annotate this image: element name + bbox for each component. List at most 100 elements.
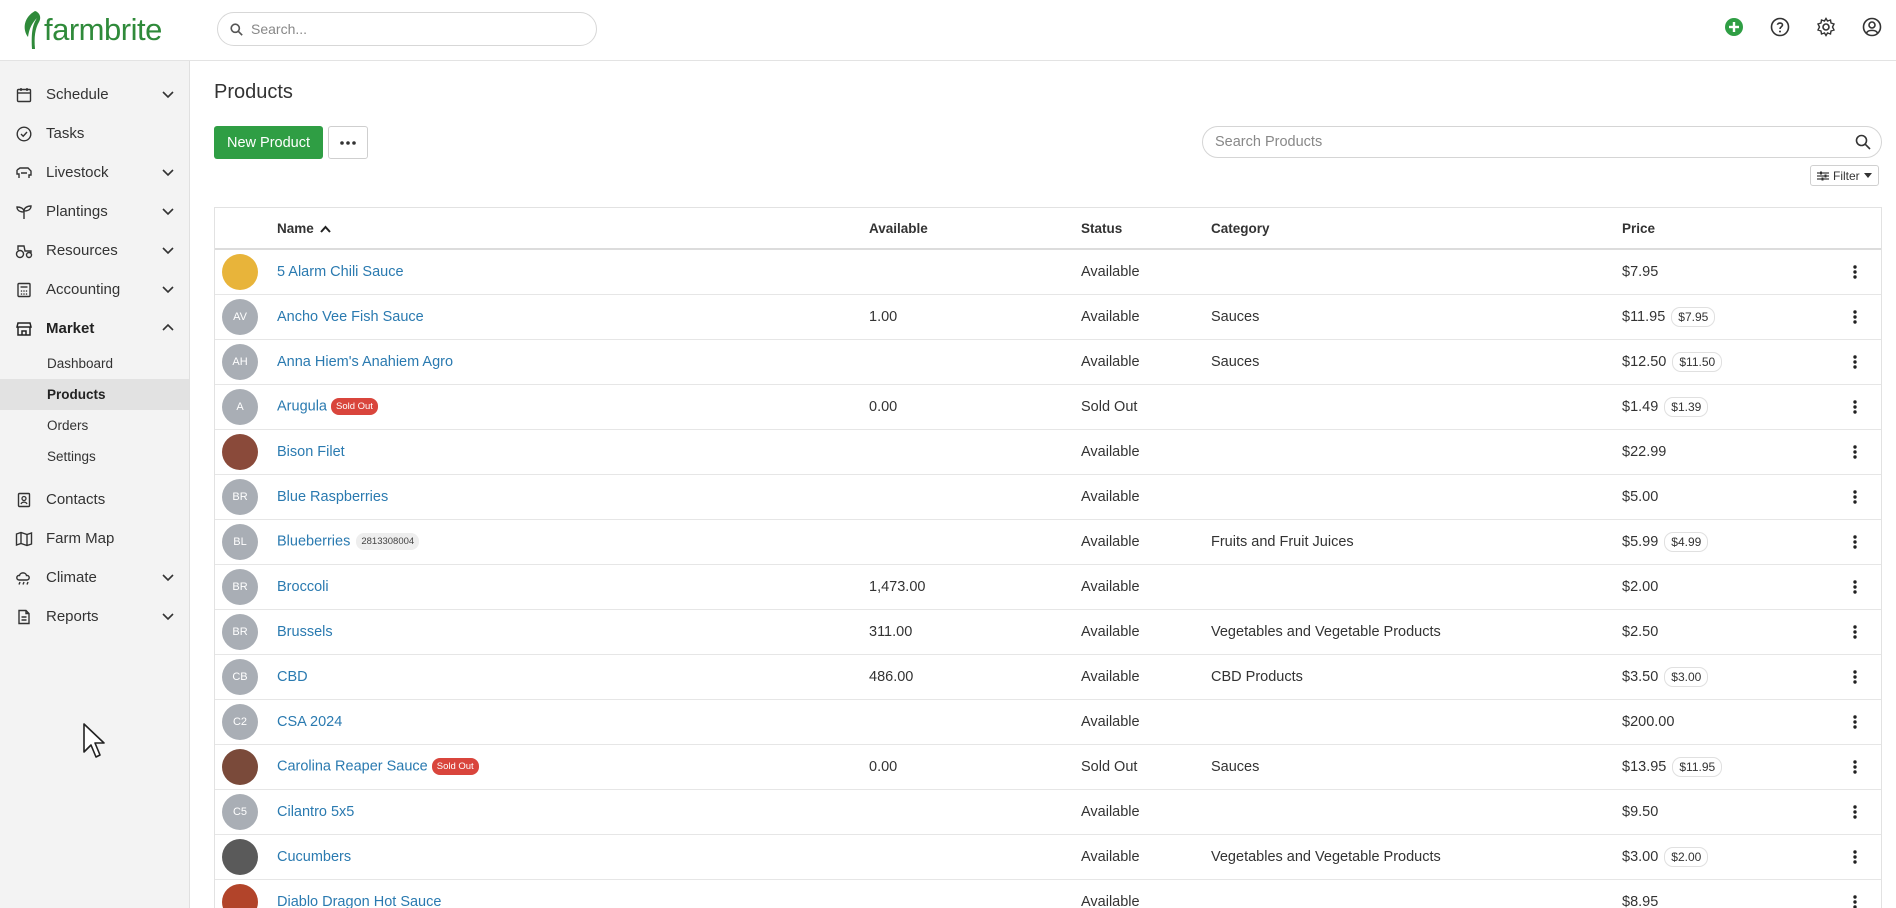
row-menu-button[interactable] <box>1822 309 1881 324</box>
available-column-header[interactable]: Available <box>869 208 1081 250</box>
row-menu-button[interactable] <box>1822 669 1881 684</box>
table-row[interactable]: Cucumbers Available Vegetables and Vegetab… <box>215 834 1881 880</box>
nav-tasks[interactable]: Tasks <box>0 114 189 153</box>
nav-label: Livestock <box>46 164 109 181</box>
subnav-orders[interactable]: Orders <box>0 410 189 441</box>
add-icon[interactable] <box>1722 15 1746 39</box>
nav-schedule[interactable]: Schedule <box>0 75 189 114</box>
product-name-link[interactable]: Brussels <box>277 624 333 640</box>
category-cell: Vegetables and Vegetable Products <box>1211 834 1622 880</box>
filter-button[interactable]: Filter <box>1810 165 1879 186</box>
global-search-input[interactable] <box>251 21 571 37</box>
subnav-settings[interactable]: Settings <box>0 441 189 472</box>
page-title: Products <box>214 81 293 103</box>
nav-livestock[interactable]: Livestock <box>0 153 189 192</box>
product-name-link[interactable]: Blueberries <box>277 533 350 549</box>
nav-reports[interactable]: Reports <box>0 597 189 636</box>
table-row[interactable]: BR Blue Raspberries Available $5.00 <box>215 474 1881 520</box>
product-name-link[interactable]: Arugula <box>277 398 327 414</box>
table-row[interactable]: C5 Cilantro 5x5 Available $9.50 <box>215 789 1881 835</box>
table-row[interactable]: BR Brussels 311.00 Available Vegetables and … <box>215 609 1881 655</box>
price-value: $12.50 <box>1622 353 1667 370</box>
nav-climate[interactable]: Climate <box>0 558 189 597</box>
more-actions-button[interactable] <box>328 126 368 159</box>
table-row[interactable]: BL Blueberries 2813308004 Available Fruits a… <box>215 519 1881 565</box>
product-name-link[interactable]: Ancho Vee Fish Sauce <box>277 309 424 325</box>
product-name-link[interactable]: Bison Filet <box>277 444 345 460</box>
product-name-link[interactable]: Diablo Dragon Hot Sauce <box>277 894 441 908</box>
product-name-link[interactable]: Carolina Reaper Sauce <box>277 758 428 774</box>
product-search[interactable] <box>1202 126 1882 158</box>
sprout-icon <box>15 203 33 221</box>
row-menu-button[interactable] <box>1822 489 1881 504</box>
table-row[interactable]: Bison Filet Available $22.99 <box>215 429 1881 475</box>
new-product-button[interactable]: New Product <box>214 126 324 159</box>
filter-label: Filter <box>1833 168 1860 183</box>
product-name-link[interactable]: Cilantro 5x5 <box>277 804 354 820</box>
available-cell: 1,473.00 <box>869 564 1081 610</box>
row-menu-button[interactable] <box>1822 265 1881 279</box>
table-row[interactable]: BR Broccoli 1,473.00 Available $2.00 <box>215 564 1881 610</box>
row-menu-button[interactable] <box>1822 759 1881 774</box>
table-row[interactable]: 5 Alarm Chili Sauce Available $7.95 <box>215 249 1881 295</box>
livestock-icon <box>15 164 33 182</box>
nav-accounting[interactable]: Accounting <box>0 270 189 309</box>
status-cell: Available <box>1081 249 1211 295</box>
name-cell: Ancho Vee Fish Sauce <box>277 294 869 340</box>
price-cell: $12.50 $11.50 <box>1622 339 1822 385</box>
nav-resources[interactable]: Resources <box>0 231 189 270</box>
category-cell <box>1211 384 1622 430</box>
row-actions-cell <box>1822 699 1881 745</box>
help-icon[interactable] <box>1768 15 1792 39</box>
row-menu-button[interactable] <box>1822 849 1881 864</box>
table-row[interactable]: CB CBD 486.00 Available CBD Products $3.50 $3.… <box>215 654 1881 700</box>
settings-icon[interactable] <box>1814 15 1838 39</box>
chevron-down-icon <box>162 574 174 582</box>
column-label: Name <box>277 220 314 236</box>
sort-ascending-icon <box>319 225 331 233</box>
table-row[interactable]: AH Anna Hiem's Anahiem Agro Available Sauce… <box>215 339 1881 385</box>
name-column-header[interactable]: Name <box>277 208 869 250</box>
row-menu-button[interactable] <box>1822 714 1881 729</box>
subnav-products[interactable]: Products <box>0 379 189 410</box>
row-menu-button[interactable] <box>1822 399 1881 414</box>
nav-market[interactable]: Market <box>0 309 189 348</box>
row-menu-button[interactable] <box>1822 354 1881 369</box>
table-row[interactable]: Carolina Reaper Sauce Sold Out 0.00 Sold Ou… <box>215 744 1881 790</box>
product-name-link[interactable]: CSA 2024 <box>277 714 342 730</box>
row-menu-button[interactable] <box>1822 579 1881 594</box>
row-menu-button[interactable] <box>1822 444 1881 459</box>
price-column-header[interactable]: Price <box>1622 208 1822 250</box>
name-cell: Anna Hiem's Anahiem Agro <box>277 339 869 385</box>
product-name-link[interactable]: CBD <box>277 669 308 685</box>
table-row[interactable]: C2 CSA 2024 Available $200.00 <box>215 699 1881 745</box>
row-menu-button[interactable] <box>1822 624 1881 639</box>
status-column-header[interactable]: Status <box>1081 208 1211 250</box>
global-search[interactable] <box>217 12 597 46</box>
row-menu-button[interactable] <box>1822 894 1881 908</box>
row-menu-button[interactable] <box>1822 804 1881 819</box>
subnav-dashboard[interactable]: Dashboard <box>0 348 189 379</box>
name-cell: Arugula Sold Out <box>277 384 869 430</box>
table-row[interactable]: A Arugula Sold Out 0.00 Sold Out $1.49 $1.39 <box>215 384 1881 430</box>
product-name-link[interactable]: Cucumbers <box>277 849 351 865</box>
product-image <box>222 253 258 290</box>
product-name-link[interactable]: Broccoli <box>277 579 329 595</box>
product-name-link[interactable]: 5 Alarm Chili Sauce <box>277 264 404 280</box>
product-name-link[interactable]: Blue Raspberries <box>277 489 388 505</box>
nav-farm-map[interactable]: Farm Map <box>0 519 189 558</box>
status-cell: Available <box>1081 519 1211 565</box>
nav-plantings[interactable]: Plantings <box>0 192 189 231</box>
search-icon[interactable] <box>1855 134 1871 150</box>
product-name-link[interactable]: Anna Hiem's Anahiem Agro <box>277 354 453 370</box>
row-menu-button[interactable] <box>1822 534 1881 549</box>
nav-contacts[interactable]: Contacts <box>0 480 189 519</box>
product-search-input[interactable] <box>1215 134 1835 150</box>
category-cell: CBD Products <box>1211 654 1622 700</box>
user-icon[interactable] <box>1860 15 1884 39</box>
farmbrite-logo[interactable]: farmbrite <box>20 8 162 52</box>
table-row[interactable]: AV Ancho Vee Fish Sauce 1.00 Available Sauce… <box>215 294 1881 340</box>
category-column-header[interactable]: Category <box>1211 208 1622 250</box>
header-actions <box>1722 15 1884 39</box>
table-row[interactable]: Diablo Dragon Hot Sauce Available $8.95 <box>215 879 1881 908</box>
